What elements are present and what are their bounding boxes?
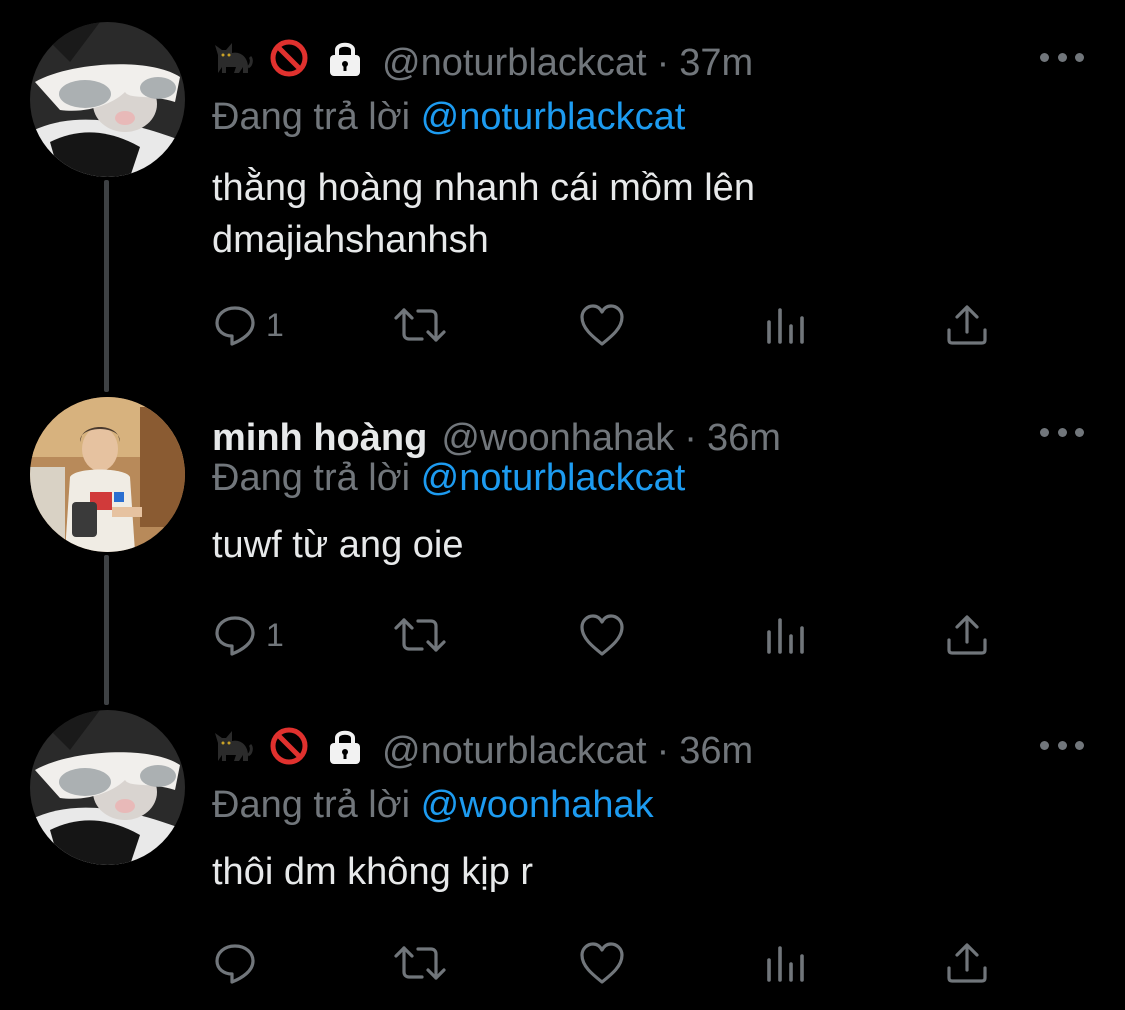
like-button[interactable] bbox=[578, 300, 634, 350]
replying-to-mention[interactable]: @noturblackcat bbox=[421, 96, 686, 138]
tweet-header: @noturblackcat · 36m bbox=[212, 727, 753, 774]
like-button[interactable] bbox=[578, 610, 634, 660]
retweet-button[interactable] bbox=[392, 610, 456, 660]
retweet-icon bbox=[394, 618, 446, 652]
replying-to-mention[interactable]: @noturblackcat bbox=[421, 457, 686, 499]
tweet-timestamp[interactable]: 36m bbox=[707, 415, 781, 461]
tweet-header: @noturblackcat · 37m bbox=[212, 39, 753, 86]
prohibited-emoji bbox=[268, 37, 310, 90]
view-count-button[interactable] bbox=[764, 938, 808, 988]
header-separator: · bbox=[656, 730, 670, 772]
view-count-button[interactable] bbox=[764, 610, 808, 660]
replying-to-label: Đang trả lời bbox=[212, 457, 411, 499]
tweet-timestamp[interactable]: 36m bbox=[679, 728, 753, 774]
header-separator: · bbox=[684, 417, 697, 459]
analytics-icon bbox=[767, 946, 804, 982]
more-options-icon[interactable] bbox=[1040, 47, 1084, 67]
author-handle[interactable]: @noturblackcat bbox=[382, 728, 647, 774]
tweet-actions: 1 bbox=[212, 300, 1012, 350]
replying-to-line: Đang trả lời @noturblackcat bbox=[212, 94, 685, 140]
lock-emoji bbox=[324, 37, 366, 90]
avatar-noturblackcat[interactable] bbox=[30, 22, 185, 177]
tweet-text: thôi dm không kịp r bbox=[212, 851, 534, 893]
share-button[interactable] bbox=[944, 938, 990, 988]
reply-button[interactable]: 1 bbox=[212, 610, 284, 660]
header-separator: · bbox=[656, 42, 670, 84]
more-options-icon[interactable] bbox=[1040, 422, 1084, 442]
reply-count: 1 bbox=[266, 616, 284, 653]
avatar-noturblackcat[interactable] bbox=[30, 710, 185, 865]
tweet-actions: 1 bbox=[212, 610, 1012, 660]
replying-to-mention[interactable]: @woonhahak bbox=[421, 784, 654, 826]
author-handle[interactable]: @noturblackcat bbox=[382, 40, 647, 86]
reply-count: 1 bbox=[266, 306, 284, 343]
lock-emoji bbox=[324, 725, 366, 778]
like-button[interactable] bbox=[578, 938, 634, 988]
heart-icon bbox=[580, 942, 624, 984]
tweet-timestamp[interactable]: 37m bbox=[679, 40, 753, 86]
retweet-icon bbox=[394, 308, 446, 342]
share-icon bbox=[947, 305, 987, 345]
heart-icon bbox=[580, 304, 624, 346]
share-button[interactable] bbox=[944, 300, 990, 350]
tweet[interactable]: minh hoàng @woonhahak · 36m Đang trả lời… bbox=[0, 397, 1125, 677]
reply-button[interactable] bbox=[212, 938, 266, 988]
tweet[interactable]: @noturblackcat · 37m Đang trả lời @notur… bbox=[0, 22, 1125, 362]
reply-button[interactable]: 1 bbox=[212, 300, 284, 350]
share-button[interactable] bbox=[944, 610, 990, 660]
replying-to-label: Đang trả lời bbox=[212, 784, 411, 826]
tweet-text: tuwf từ ang oie bbox=[212, 524, 464, 566]
tweet[interactable]: @noturblackcat · 36m Đang trả lời @woonh… bbox=[0, 710, 1125, 1000]
retweet-button[interactable] bbox=[392, 300, 456, 350]
replying-to-line: Đang trả lời @woonhahak bbox=[212, 782, 654, 828]
retweet-button[interactable] bbox=[392, 938, 456, 988]
reply-icon bbox=[215, 306, 255, 346]
prohibited-emoji bbox=[268, 725, 310, 778]
tweet-text: thằng hoàng nhanh cái mồm lên dmajiahsha… bbox=[212, 167, 755, 261]
reply-icon bbox=[215, 944, 255, 984]
avatar-woonhahak[interactable] bbox=[30, 397, 185, 552]
view-count-button[interactable] bbox=[764, 300, 808, 350]
retweet-icon bbox=[394, 946, 446, 980]
heart-icon bbox=[580, 614, 624, 656]
tweet-actions bbox=[212, 938, 1012, 988]
more-options-icon[interactable] bbox=[1040, 735, 1084, 755]
replying-to-label: Đang trả lời bbox=[212, 96, 411, 138]
share-icon bbox=[947, 615, 987, 655]
analytics-icon bbox=[767, 308, 804, 344]
cat-emoji bbox=[212, 725, 254, 778]
replying-to-line: Đang trả lời @noturblackcat bbox=[212, 455, 685, 501]
analytics-icon bbox=[767, 618, 804, 654]
cat-emoji bbox=[212, 37, 254, 90]
share-icon bbox=[947, 943, 987, 983]
reply-icon bbox=[215, 616, 255, 656]
